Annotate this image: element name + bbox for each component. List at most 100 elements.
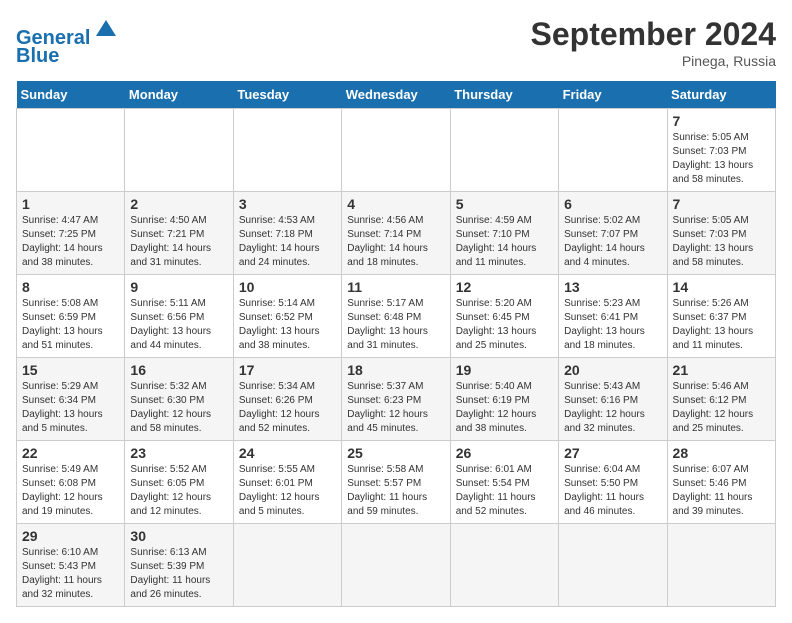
calendar-cell: 9Sunrise: 5:11 AM Sunset: 6:56 PM Daylig… <box>125 275 233 358</box>
col-monday: Monday <box>125 81 233 109</box>
day-info: Sunrise: 5:32 AM Sunset: 6:30 PM Dayligh… <box>130 380 227 436</box>
day-number: 16 <box>130 362 227 378</box>
calendar-cell: 30 Sunrise: 6:13 AM Sunset: 5:39 PM Dayli… <box>125 524 233 607</box>
logo-text: General Blue <box>16 16 120 67</box>
col-friday: Friday <box>559 81 667 109</box>
calendar-cell: 16 Sunrise: 5:32 AM Sunset: 6:30 PM Dayli… <box>125 358 233 441</box>
day-info: Sunrise: 6:01 AM Sunset: 5:54 PM Dayligh… <box>456 463 553 519</box>
day-number: 21 <box>673 362 770 378</box>
calendar-cell <box>450 109 558 192</box>
day-info: Sunrise: 5:08 AM Sunset: 6:59 PM Dayligh… <box>22 297 119 353</box>
calendar-cell: 7 Sunrise: 5:05 AM Sunset: 7:03 PM Daylig… <box>667 192 775 275</box>
calendar-cell <box>17 109 125 192</box>
logo: General Blue <box>16 16 120 67</box>
day-info: Sunrise: 6:07 AM Sunset: 5:46 PM Dayligh… <box>673 463 770 519</box>
day-info: Sunrise: 5:29 AM Sunset: 6:34 PM Dayligh… <box>22 380 119 436</box>
day-number: 13 <box>564 279 661 295</box>
day-info: Sunrise: 5:05 AM Sunset: 7:03 PM Dayligh… <box>673 131 770 187</box>
calendar-cell: 25Sunrise: 5:58 AM Sunset: 5:57 PM Dayli… <box>342 441 450 524</box>
day-info: Sunrise: 5:20 AM Sunset: 6:45 PM Dayligh… <box>456 297 553 353</box>
day-number: 24 <box>239 445 336 461</box>
col-wednesday: Wednesday <box>342 81 450 109</box>
header-row: Sunday Monday Tuesday Wednesday Thursday… <box>17 81 776 109</box>
calendar-cell: 21 Sunrise: 5:46 AM Sunset: 6:12 PM Dayli… <box>667 358 775 441</box>
day-info: Sunrise: 5:55 AM Sunset: 6:01 PM Dayligh… <box>239 463 336 519</box>
calendar-cell: 5 Sunrise: 4:59 AM Sunset: 7:10 PM Daylig… <box>450 192 558 275</box>
day-info: Sunrise: 5:02 AM Sunset: 7:07 PM Dayligh… <box>564 214 661 270</box>
calendar-row-4: 22 Sunrise: 5:49 AM Sunset: 6:08 PM Dayli… <box>17 441 776 524</box>
calendar-cell <box>342 524 450 607</box>
calendar-cell: 1 Sunrise: 4:47 AM Sunset: 7:25 PM Daylig… <box>17 192 125 275</box>
calendar-row-3: 15Sunrise: 5:29 AM Sunset: 6:34 PM Dayli… <box>17 358 776 441</box>
calendar-cell <box>233 524 341 607</box>
calendar-cell: 14 Sunrise: 5:26 AM Sunset: 6:37 PM Dayli… <box>667 275 775 358</box>
calendar-cell <box>559 109 667 192</box>
day-number: 19 <box>456 362 553 378</box>
day-number: 26 <box>456 445 553 461</box>
calendar-cell: 26 Sunrise: 6:01 AM Sunset: 5:54 PM Dayli… <box>450 441 558 524</box>
calendar-cell: 17Sunrise: 5:34 AM Sunset: 6:26 PM Dayli… <box>233 358 341 441</box>
calendar-cell: 12 Sunrise: 5:20 AM Sunset: 6:45 PM Dayli… <box>450 275 558 358</box>
day-number: 5 <box>456 196 553 212</box>
day-info: Sunrise: 6:10 AM Sunset: 5:43 PM Dayligh… <box>22 546 119 602</box>
day-number: 14 <box>673 279 770 295</box>
day-info: Sunrise: 5:46 AM Sunset: 6:12 PM Dayligh… <box>673 380 770 436</box>
col-saturday: Saturday <box>667 81 775 109</box>
day-number: 30 <box>130 528 227 544</box>
calendar-row-1: 1 Sunrise: 4:47 AM Sunset: 7:25 PM Daylig… <box>17 192 776 275</box>
day-info: Sunrise: 6:13 AM Sunset: 5:39 PM Dayligh… <box>130 546 227 602</box>
calendar-cell: 4Sunrise: 4:56 AM Sunset: 7:14 PM Daylig… <box>342 192 450 275</box>
calendar-cell <box>233 109 341 192</box>
day-info: Sunrise: 5:14 AM Sunset: 6:52 PM Dayligh… <box>239 297 336 353</box>
day-info: Sunrise: 5:52 AM Sunset: 6:05 PM Dayligh… <box>130 463 227 519</box>
calendar-cell: 13 Sunrise: 5:23 AM Sunset: 6:41 PM Dayli… <box>559 275 667 358</box>
day-info: Sunrise: 5:49 AM Sunset: 6:08 PM Dayligh… <box>22 463 119 519</box>
location: Pinega, Russia <box>531 53 776 69</box>
calendar-cell <box>342 109 450 192</box>
calendar-cell: 23 Sunrise: 5:52 AM Sunset: 6:05 PM Dayli… <box>125 441 233 524</box>
calendar-row-0: 7 Sunrise: 5:05 AM Sunset: 7:03 PM Daylig… <box>17 109 776 192</box>
calendar-cell <box>559 524 667 607</box>
day-info: Sunrise: 5:26 AM Sunset: 6:37 PM Dayligh… <box>673 297 770 353</box>
col-thursday: Thursday <box>450 81 558 109</box>
day-number: 28 <box>673 445 770 461</box>
day-info: Sunrise: 5:11 AM Sunset: 6:56 PM Dayligh… <box>130 297 227 353</box>
col-tuesday: Tuesday <box>233 81 341 109</box>
day-info: Sunrise: 4:47 AM Sunset: 7:25 PM Dayligh… <box>22 214 119 270</box>
calendar-row-2: 8 Sunrise: 5:08 AM Sunset: 6:59 PM Daylig… <box>17 275 776 358</box>
day-info: Sunrise: 4:56 AM Sunset: 7:14 PM Dayligh… <box>347 214 444 270</box>
day-number: 27 <box>564 445 661 461</box>
logo-icon <box>92 16 120 44</box>
day-number: 23 <box>130 445 227 461</box>
day-number: 10 <box>239 279 336 295</box>
calendar-cell: 18Sunrise: 5:37 AM Sunset: 6:23 PM Dayli… <box>342 358 450 441</box>
day-number: 1 <box>22 196 119 212</box>
day-number: 7 <box>673 113 770 129</box>
day-number: 12 <box>456 279 553 295</box>
calendar-cell <box>667 524 775 607</box>
day-number: 22 <box>22 445 119 461</box>
calendar-cell: 27 Sunrise: 6:04 AM Sunset: 5:50 PM Dayli… <box>559 441 667 524</box>
day-info: Sunrise: 4:59 AM Sunset: 7:10 PM Dayligh… <box>456 214 553 270</box>
col-sunday: Sunday <box>17 81 125 109</box>
calendar-cell: 2Sunrise: 4:50 AM Sunset: 7:21 PM Daylig… <box>125 192 233 275</box>
day-number: 8 <box>22 279 119 295</box>
day-number: 11 <box>347 279 444 295</box>
day-info: Sunrise: 5:37 AM Sunset: 6:23 PM Dayligh… <box>347 380 444 436</box>
day-info: Sunrise: 6:04 AM Sunset: 5:50 PM Dayligh… <box>564 463 661 519</box>
calendar-cell: 19Sunrise: 5:40 AM Sunset: 6:19 PM Dayli… <box>450 358 558 441</box>
day-number: 20 <box>564 362 661 378</box>
day-number: 7 <box>673 196 770 212</box>
title-area: September 2024 Pinega, Russia <box>531 16 776 69</box>
day-number: 29 <box>22 528 119 544</box>
calendar-cell: 8 Sunrise: 5:08 AM Sunset: 6:59 PM Daylig… <box>17 275 125 358</box>
calendar-table: Sunday Monday Tuesday Wednesday Thursday… <box>16 81 776 607</box>
month-title: September 2024 <box>531 16 776 53</box>
calendar-cell: 20Sunrise: 5:43 AM Sunset: 6:16 PM Dayli… <box>559 358 667 441</box>
calendar-cell: 10 Sunrise: 5:14 AM Sunset: 6:52 PM Dayli… <box>233 275 341 358</box>
calendar-row-5: 29 Sunrise: 6:10 AM Sunset: 5:43 PM Dayli… <box>17 524 776 607</box>
day-number: 17 <box>239 362 336 378</box>
day-info: Sunrise: 5:23 AM Sunset: 6:41 PM Dayligh… <box>564 297 661 353</box>
day-info: Sunrise: 5:05 AM Sunset: 7:03 PM Dayligh… <box>673 214 770 270</box>
day-number: 2 <box>130 196 227 212</box>
